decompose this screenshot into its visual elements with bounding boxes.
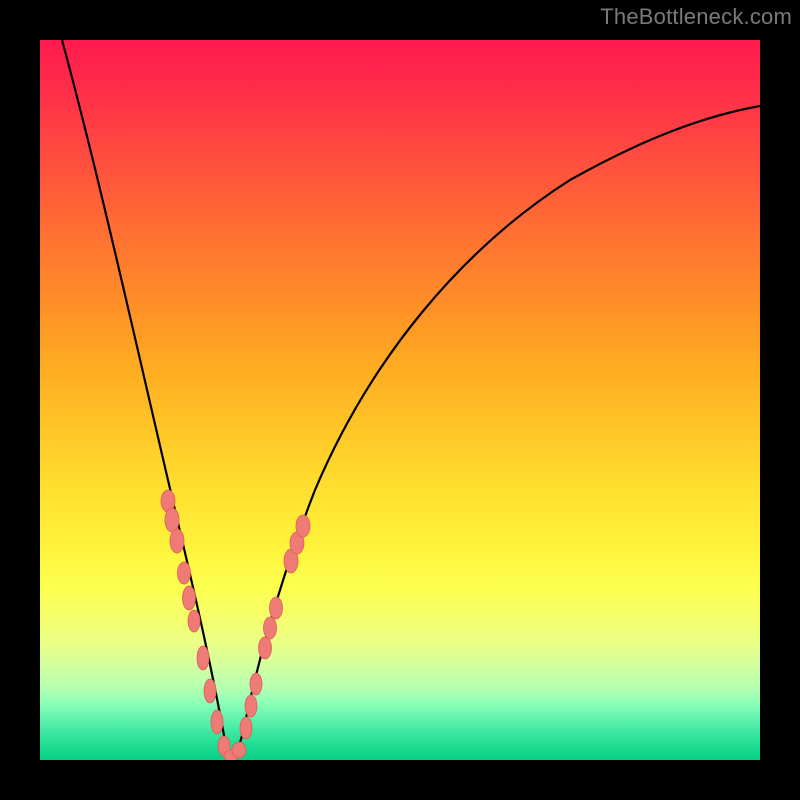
watermark-label: TheBottleneck.com bbox=[600, 4, 792, 30]
curve-layer bbox=[40, 40, 760, 760]
bottleneck-curve bbox=[62, 40, 760, 760]
highlight-markers bbox=[161, 490, 310, 760]
plot-area bbox=[40, 40, 760, 760]
chart-frame: TheBottleneck.com bbox=[0, 0, 800, 800]
